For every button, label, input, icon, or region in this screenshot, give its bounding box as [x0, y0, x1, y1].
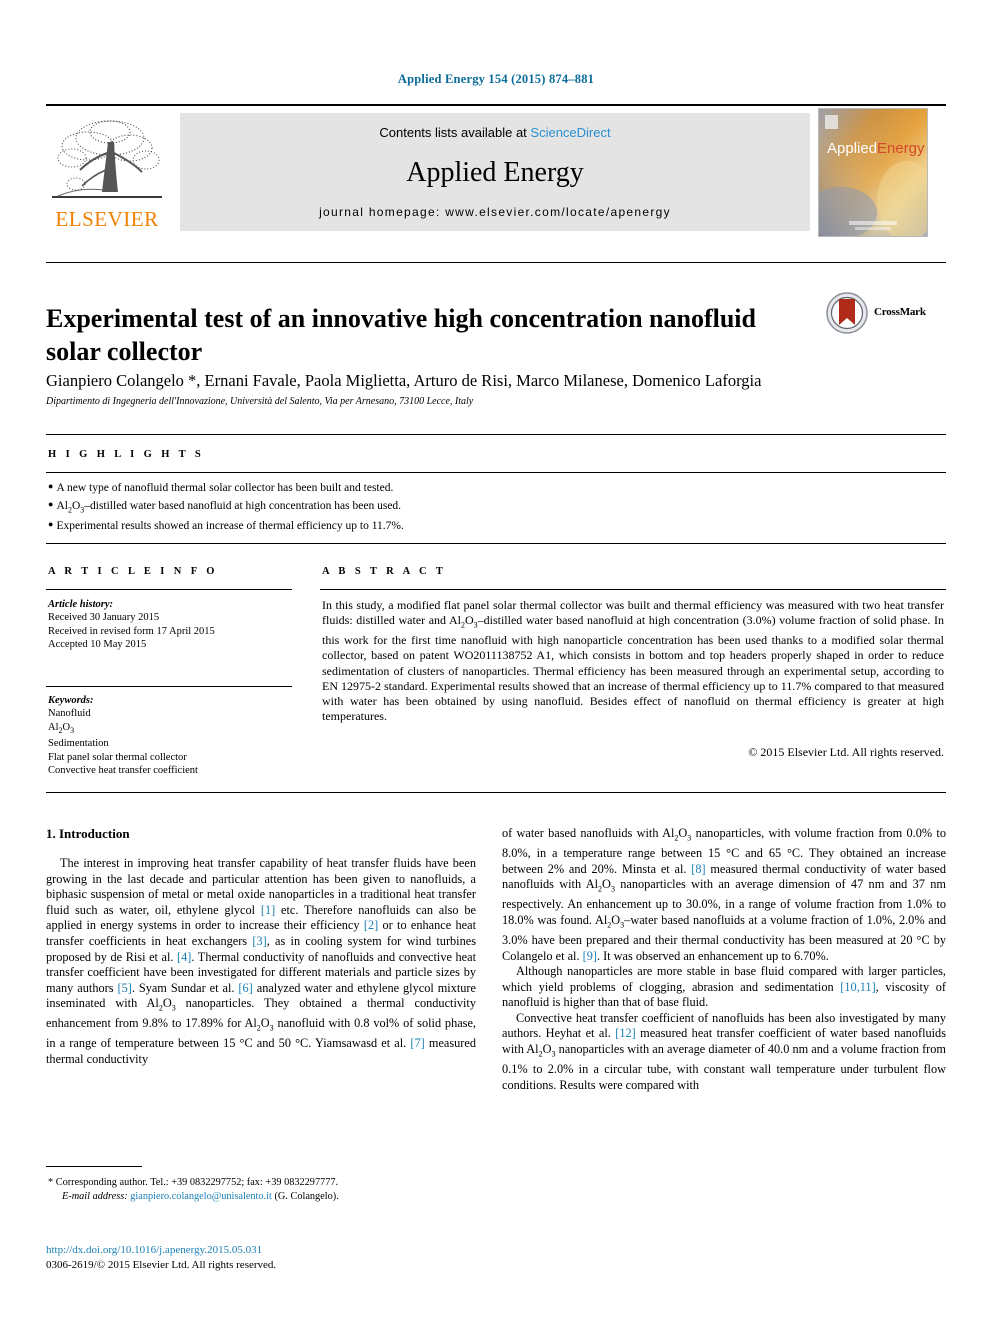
- keywords-list: Keywords: Nanofluid Al2O3 Sedimentation …: [48, 694, 298, 778]
- history-item: Accepted 10 May 2015: [48, 639, 147, 651]
- footnote-block: * Corresponding author. Tel.: +39 083229…: [48, 1176, 488, 1203]
- running-head: Applied Energy 154 (2015) 874–881: [397, 72, 595, 86]
- keyword-item: Al2O3: [48, 721, 75, 735]
- bullet-icon: ●: [48, 498, 54, 509]
- list-item: ● A new type of nanofluid thermal solar c…: [48, 479, 668, 497]
- keywords-divider: [46, 686, 292, 687]
- corresponding-author-note: * Corresponding author. Tel.: +39 083229…: [48, 1177, 339, 1188]
- contents-prefix: Contents lists available at: [379, 125, 531, 140]
- citation-link[interactable]: [7]: [410, 1036, 424, 1050]
- citation-link[interactable]: [6]: [238, 981, 252, 995]
- crossmark-badge[interactable]: CrossMark: [826, 292, 946, 336]
- citation-link[interactable]: [2]: [364, 918, 378, 932]
- highlight-text: Al2O3–distilled water based nanofluid at…: [56, 499, 402, 514]
- paragraph: Convective heat transfer coefficient of …: [502, 1010, 946, 1092]
- citation-link[interactable]: [4]: [177, 950, 191, 964]
- doi-block: http://dx.doi.org/10.1016/j.apenergy.201…: [46, 1243, 486, 1273]
- email-suffix: (G. Colangelo).: [274, 1190, 339, 1202]
- journal-banner: Contents lists available at ScienceDirec…: [180, 113, 810, 231]
- elsevier-logo: ELSEVIER: [48, 112, 166, 232]
- keyword-item: Convective heat transfer coefficient: [48, 765, 198, 777]
- sciencedirect-link[interactable]: ScienceDirect: [530, 125, 610, 140]
- abstract-text: In this study, a modified flat panel sol…: [322, 598, 944, 724]
- article-info-heading: A R T I C L E I N F O: [48, 566, 218, 577]
- keywords-label: Keywords:: [48, 695, 94, 706]
- body-divider: [46, 792, 946, 793]
- journal-homepage-link[interactable]: journal homepage: www.elsevier.com/locat…: [180, 205, 810, 219]
- journal-title: Applied Energy: [406, 157, 584, 188]
- citation-link[interactable]: [8]: [691, 862, 705, 876]
- citation-link[interactable]: [3]: [252, 934, 266, 948]
- highlight-text: Experimental results showed an increase …: [56, 520, 404, 533]
- keyword-item: Flat panel solar thermal collector: [48, 751, 187, 763]
- cover-artwork: Applied Energy: [819, 109, 927, 236]
- highlight-text: A new type of nanofluid thermal solar co…: [56, 482, 394, 494]
- info-divider: [46, 589, 292, 590]
- journal-cover-thumbnail: Applied Energy: [818, 108, 928, 237]
- keyword-item: Sedimentation: [48, 738, 109, 750]
- paragraph: Although nanoparticles are more stable i…: [502, 964, 946, 1010]
- doi-link[interactable]: http://dx.doi.org/10.1016/j.apenergy.201…: [46, 1243, 486, 1258]
- contents-line: Contents lists available at ScienceDirec…: [180, 125, 810, 140]
- abstract-heading: A B S T R A C T: [322, 566, 447, 577]
- authors-text: Gianpiero Colangelo *, Ernani Favale, Pa…: [46, 371, 762, 390]
- history-item: Received 30 January 2015: [48, 612, 160, 624]
- author-list: Gianpiero Colangelo *, Ernani Favale, Pa…: [46, 371, 946, 391]
- journal-masthead: ELSEVIER Contents lists available at Sci…: [46, 104, 946, 238]
- history-item: Received in revised form 17 April 2015: [48, 625, 215, 637]
- abstract-divider: [320, 589, 946, 590]
- citation-link[interactable]: [5]: [117, 981, 131, 995]
- email-label: E-mail address:: [62, 1190, 128, 1202]
- keyword-item: Nanofluid: [48, 708, 91, 720]
- bullet-icon: ●: [48, 519, 54, 530]
- svg-text:Energy: Energy: [877, 140, 925, 157]
- footnote-divider: [46, 1166, 142, 1167]
- crossmark-label: CrossMark: [874, 306, 926, 318]
- body-column-left: 1. Introduction The interest in improvin…: [46, 826, 476, 1068]
- section-title: 1. Introduction: [46, 826, 130, 841]
- article-page: Applied Energy 154 (2015) 874–881 ELSEVI…: [0, 0, 992, 1323]
- svg-text:Applied: Applied: [827, 140, 877, 157]
- paragraph: The interest in improving heat transfer …: [46, 856, 476, 1067]
- history-label: Article history:: [48, 599, 114, 610]
- elsevier-tree-icon: [52, 120, 162, 198]
- paragraph: of water based nanofluids with Al2O3 nan…: [502, 826, 947, 963]
- elsevier-wordmark: ELSEVIER: [55, 207, 159, 231]
- email-link[interactable]: gianpiero.colangelo@unisalento.it: [130, 1191, 272, 1202]
- bullet-icon: ●: [48, 481, 54, 491]
- article-history: Article history: Received 30 January 201…: [48, 598, 298, 652]
- affiliation: Dipartimento di Ingegneria dell'Innovazi…: [46, 396, 474, 407]
- copyright-line: © 2015 Elsevier Ltd. All rights reserved…: [748, 745, 944, 759]
- list-item: ● Al2O3–distilled water based nanofluid a…: [48, 497, 668, 518]
- citation-link[interactable]: [10,11]: [840, 980, 875, 994]
- highlights-list: ● A new type of nanofluid thermal solar c…: [48, 479, 668, 535]
- citation-link[interactable]: [12]: [615, 1026, 636, 1040]
- highlights-top-divider: [46, 434, 946, 435]
- email-note: E-mail address: gianpiero.colangelo@unis…: [48, 1190, 488, 1204]
- body-column-right: of water based nanofluids with Al2O3 nan…: [502, 826, 946, 1093]
- issn-copyright: 0306-2619/© 2015 Elsevier Ltd. All right…: [46, 1259, 277, 1271]
- highlights-bottom-divider: [46, 543, 946, 544]
- citation-link[interactable]: [1]: [261, 903, 275, 917]
- title-divider: [46, 262, 946, 263]
- list-item: ● Experimental results showed an increase…: [48, 517, 668, 535]
- crossmark-icon: [826, 292, 868, 334]
- highlights-heading: H I G H L I G H T S: [48, 449, 205, 460]
- page-title: Experimental test of an innovative high …: [46, 304, 756, 367]
- citation-link[interactable]: [9]: [583, 949, 597, 963]
- highlights-mid-divider: [46, 472, 946, 473]
